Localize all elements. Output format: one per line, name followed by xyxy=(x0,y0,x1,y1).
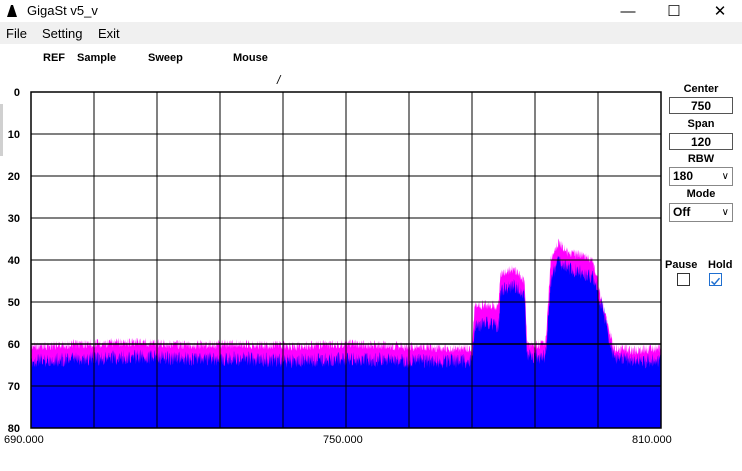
checkmark-icon xyxy=(710,277,721,286)
mode-label: Mode xyxy=(686,188,716,200)
rbw-label: RBW xyxy=(687,153,715,165)
rbw-select[interactable]: 180 ∨ xyxy=(669,167,733,186)
spectrum-chart[interactable] xyxy=(0,0,742,471)
span-input[interactable]: 120 xyxy=(669,133,733,150)
rbw-value: 180 xyxy=(673,169,694,183)
pause-checkbox[interactable] xyxy=(677,273,690,286)
center-input[interactable]: 750 xyxy=(669,97,733,114)
pause-label: Pause xyxy=(665,259,698,271)
hold-label: Hold xyxy=(708,259,733,271)
center-label: Center xyxy=(683,83,719,95)
hold-checkbox[interactable] xyxy=(709,273,722,286)
chevron-down-icon: ∨ xyxy=(721,171,729,182)
chevron-down-icon: ∨ xyxy=(721,207,729,218)
span-label: Span xyxy=(687,118,715,130)
mode-select[interactable]: Off ∨ xyxy=(669,203,733,222)
mode-value: Off xyxy=(673,205,691,219)
